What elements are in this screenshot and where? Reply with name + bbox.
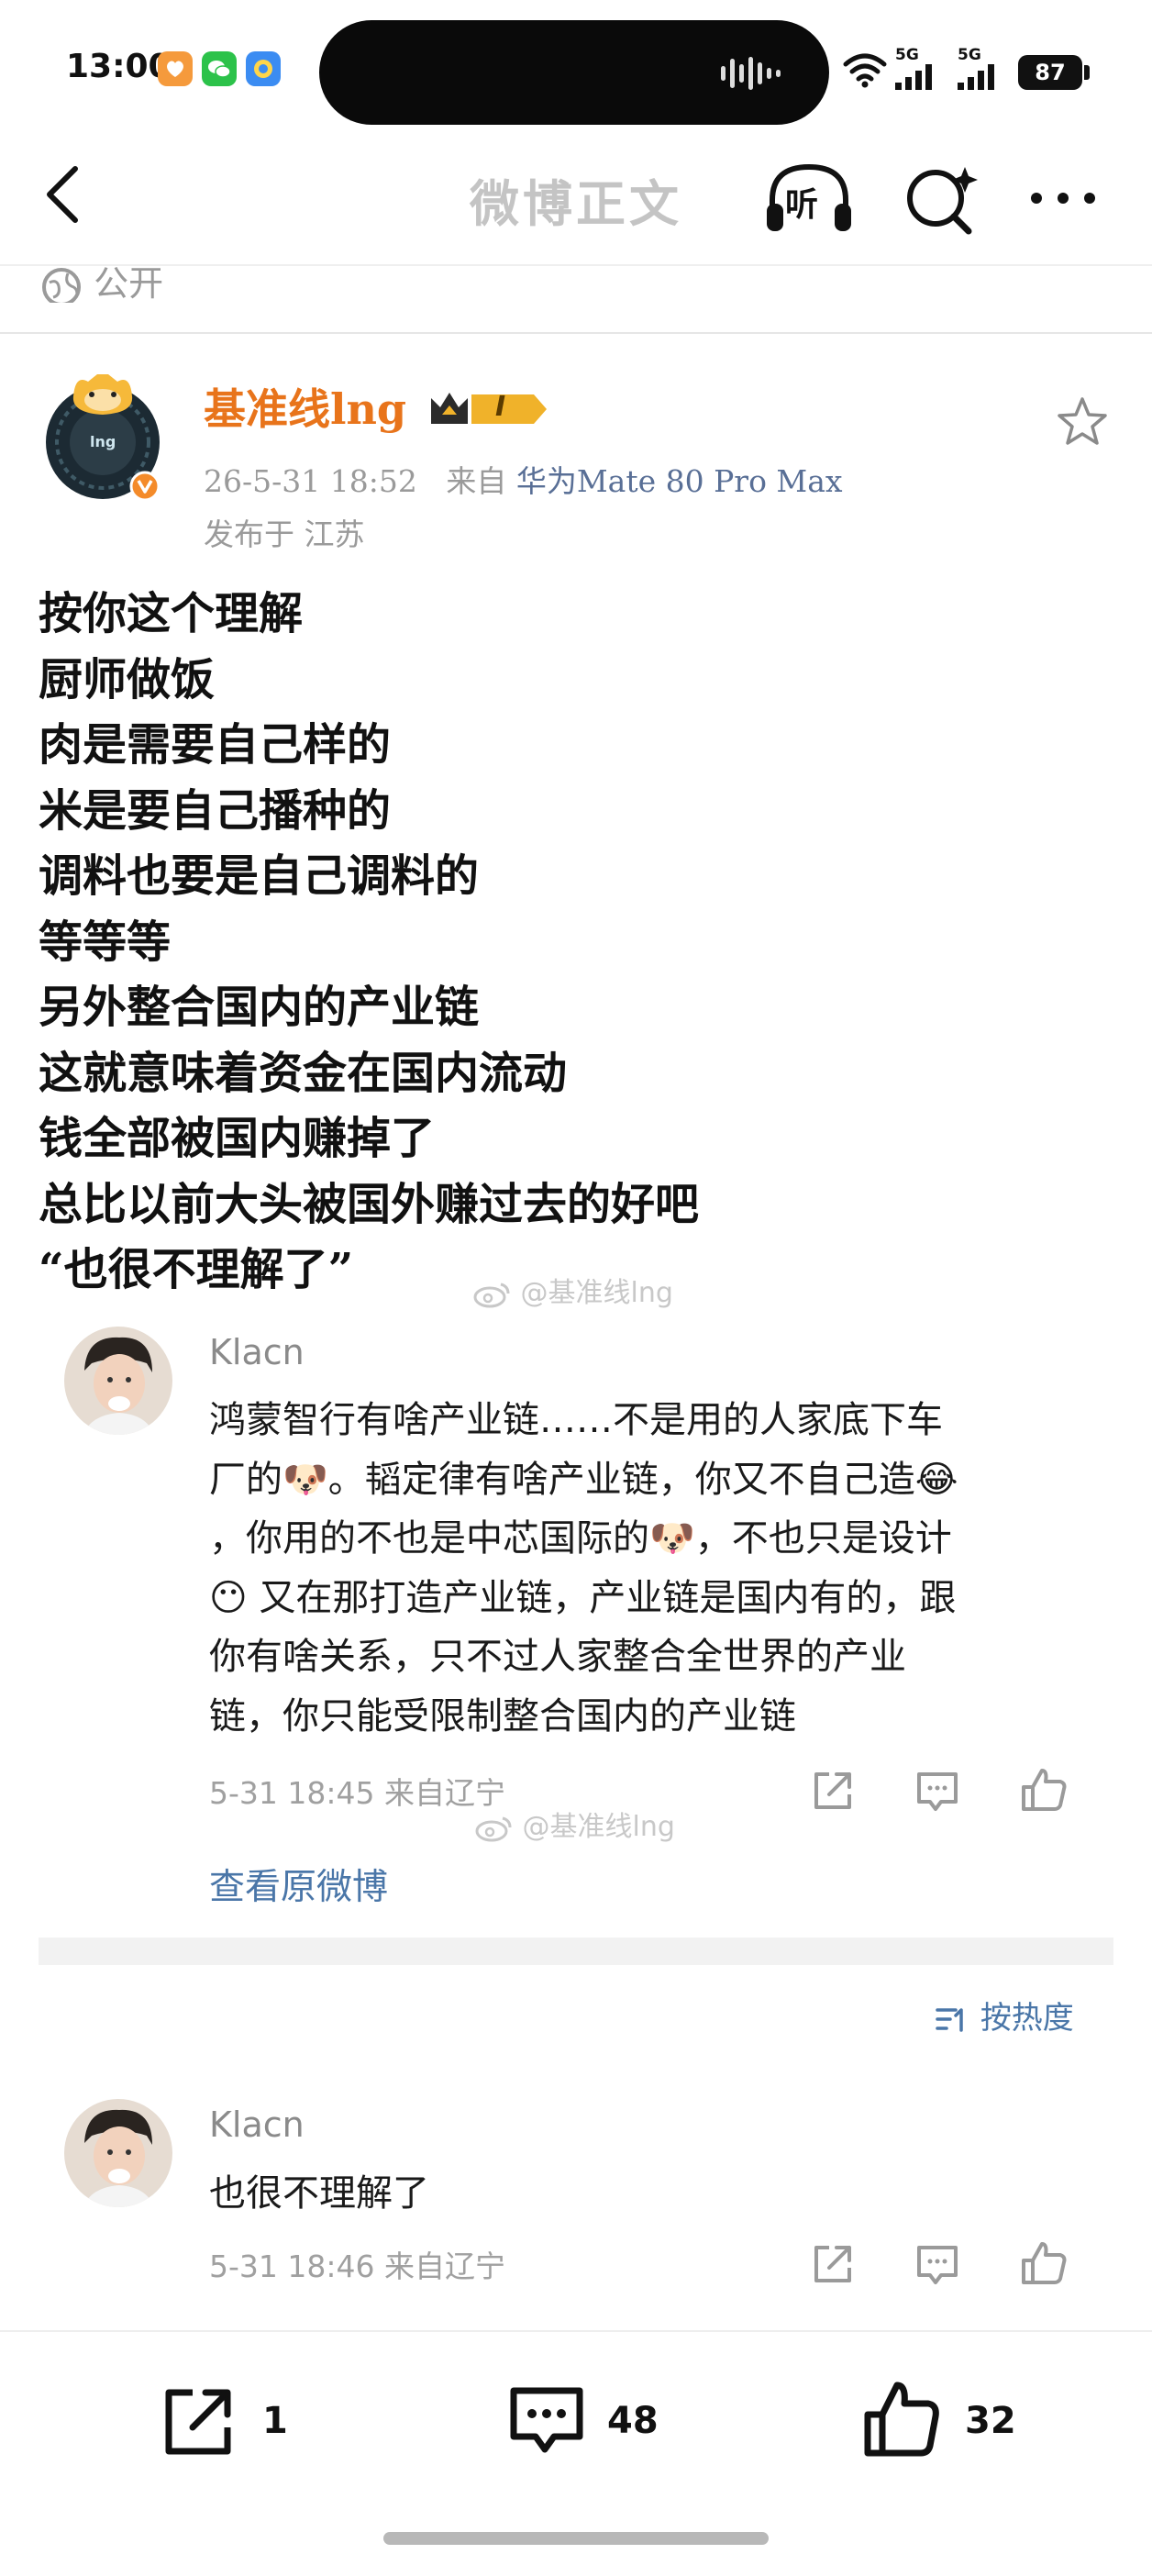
thumbs-up-icon (864, 2382, 939, 2457)
post-device[interactable]: 华为Mate 80 Pro Max (516, 463, 843, 499)
repost-icon (165, 2389, 231, 2455)
search-button[interactable] (901, 158, 983, 239)
post-line: 调料也要是自己调料的 (39, 850, 480, 902)
watermark: @基准线lng (471, 1270, 673, 1310)
favorite-button[interactable] (1055, 394, 1110, 450)
quoted-comment-text: 鸿蒙智行有啥产业链……不是用的人家底下车 厂的🐶。韬定律有啥产业链，你又不自己造… (209, 1391, 1077, 1746)
vip-badge: I (427, 387, 552, 435)
comment-meta: 5-31 18:45 来自辽宁 (209, 1775, 505, 1811)
section-divider (0, 332, 1152, 334)
reply-comment-button[interactable] (910, 2237, 965, 2292)
battery-indicator: 87 (1018, 55, 1082, 90)
comment-line: 厂的🐶。韬定律有啥产业链，你又不自己造😂 (209, 1458, 958, 1501)
post-source-prefix: 来自 (446, 463, 507, 499)
browser-icon (246, 51, 281, 86)
sort-label: 按热度 (980, 2000, 1074, 2037)
weibo-logo-icon (475, 1816, 512, 1841)
listen-button[interactable]: 听 (763, 158, 855, 239)
comment-like-button[interactable] (1016, 1763, 1071, 1818)
status-bar: 13:00 5G 5G 87 (0, 0, 1152, 138)
header-divider (0, 264, 1152, 266)
post-line: 等等等 (39, 916, 172, 968)
comment-line: 你有啥关系，只不过人家整合全世界的产业 (209, 1636, 906, 1678)
cellular-signal-icon (895, 64, 932, 90)
comment-icon (917, 1772, 958, 1811)
post-line: 另外整合国内的产业链 (39, 982, 480, 1033)
reply-text: 也很不理解了 (209, 2172, 429, 2215)
post-timestamp: 26-5-31 18:52 (204, 463, 417, 499)
post-location: 发布于 江苏 (204, 516, 365, 552)
section-separator (39, 1938, 1113, 1965)
post-line: 肉是需要自己样的 (39, 719, 392, 771)
share-icon (814, 1772, 851, 1809)
network-type-2: 5G (958, 46, 981, 64)
sort-by-hot-button[interactable]: 按热度 (936, 1993, 1074, 2037)
star-icon (1058, 397, 1107, 445)
reply-like-button[interactable] (1016, 2237, 1071, 2292)
post-line: 按你这个理解 (39, 588, 304, 639)
globe-icon (42, 267, 81, 303)
commenter-avatar[interactable] (64, 1327, 172, 1435)
visibility-row: 公开 (40, 255, 163, 303)
wechat-icon (202, 51, 237, 86)
share-icon (814, 2246, 851, 2282)
audio-wave-icon (721, 57, 781, 90)
reply-avatar[interactable] (64, 2099, 172, 2207)
repost-count: 1 (262, 2400, 288, 2442)
cellular-signal-2-icon (958, 64, 994, 90)
author-name[interactable]: 基准线lng (204, 376, 406, 437)
thumbs-up-icon (1022, 1769, 1067, 1811)
status-time: 13:00 (66, 48, 172, 85)
like-count: 32 (965, 2400, 1016, 2442)
comment-button[interactable]: 48 (503, 2376, 668, 2464)
comment-reply-button[interactable] (910, 1763, 965, 1818)
author-avatar[interactable]: lng (42, 369, 165, 502)
post-meta: 26-5-31 18:52 来自 华为Mate 80 Pro Max (204, 457, 843, 501)
bottom-bar-divider (0, 2330, 1152, 2332)
post-line: 这就意味着资金在国内流动 (39, 1047, 568, 1099)
repost-button[interactable]: 1 (156, 2376, 303, 2464)
avatar-text: lng (90, 433, 116, 450)
sort-icon (936, 2007, 963, 2032)
battery-tip (1084, 65, 1090, 80)
more-options-button[interactable] (1022, 158, 1104, 239)
post-line: 厨师做饭 (39, 653, 216, 705)
comment-line: 😶 又在那打造产业链，产业链是国内有的，跟 (209, 1576, 957, 1619)
comment-count: 48 (607, 2400, 659, 2442)
search-sparkle-icon (907, 167, 978, 235)
watermark: @基准线lng (473, 1804, 675, 1844)
post-line: 钱全部被国内赚掉了 (39, 1113, 436, 1164)
reply-author[interactable]: Klacn (209, 2104, 305, 2145)
network-type-1: 5G (895, 46, 919, 64)
comment-line: 链，你只能受限制整合国内的产业链 (209, 1694, 796, 1738)
thumbs-up-icon (1022, 2242, 1067, 2284)
comment-line: 鸿蒙智行有啥产业链……不是用的人家底下车 (209, 1399, 943, 1441)
watermark-text: @基准线lng (520, 1277, 673, 1309)
like-button[interactable]: 32 (858, 2376, 1024, 2464)
post-body: 按你这个理解 厨师做饭 肉是需要自己样的 米是要自己播种的 调料也要是自己调料的… (39, 582, 1121, 1304)
wifi-icon (843, 53, 887, 88)
watermark-text: @基准线lng (522, 1811, 675, 1843)
reply-meta: 5-31 18:46 来自辽宁 (209, 2248, 505, 2284)
dynamic-island (319, 20, 829, 125)
post-line: 总比以前大头被国外赚过去的好吧 (39, 1178, 700, 1230)
view-original-link[interactable]: 查看原微博 (209, 1859, 388, 1910)
post-line: 米是要自己播种的 (39, 784, 392, 837)
reply-share-button[interactable] (805, 2237, 860, 2292)
weibo-orange-icon (158, 51, 193, 86)
comment-icon (510, 2387, 583, 2453)
home-indicator[interactable] (383, 2532, 769, 2545)
weibo-logo-icon (473, 1282, 510, 1307)
crown-icon (431, 393, 547, 424)
comment-icon (917, 2246, 958, 2284)
comment-share-button[interactable] (805, 1763, 860, 1818)
more-dots-icon (1031, 193, 1095, 204)
commenter-name[interactable]: Klacn (209, 1332, 305, 1372)
listen-label: 听 (785, 186, 819, 224)
vip-level: I (495, 391, 506, 423)
visibility-label: 公开 (94, 263, 164, 303)
comment-line: ，你用的不也是中芯国际的🐶，不也只是设计 (209, 1517, 952, 1560)
